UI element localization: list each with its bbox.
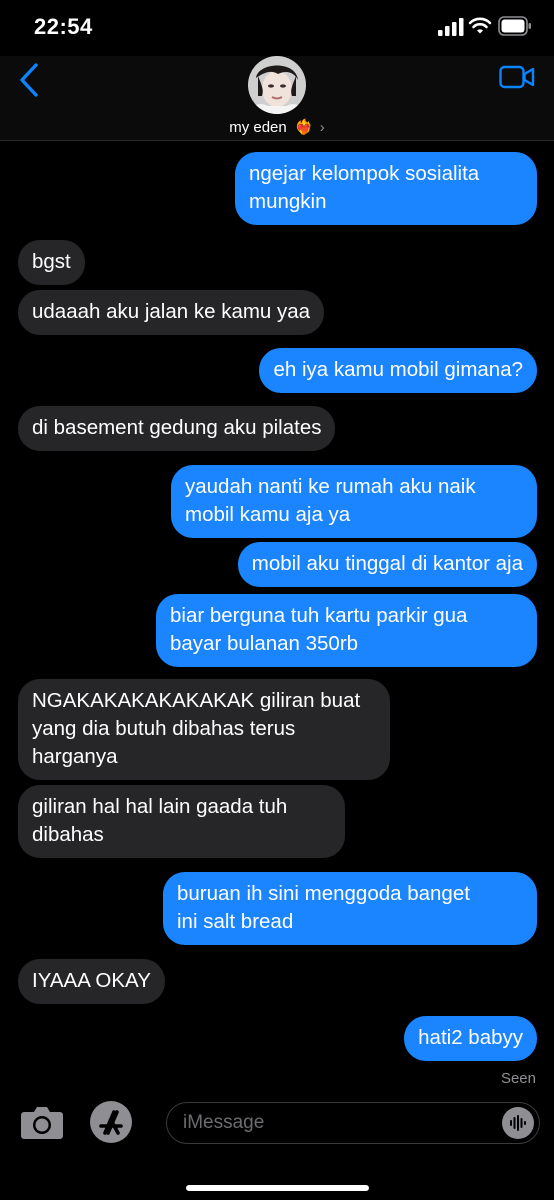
wifi-icon: [468, 17, 492, 34]
read-receipt: Seen: [500, 1070, 536, 1087]
contact-avatar[interactable]: [248, 56, 306, 114]
status-time: 22:54: [34, 14, 93, 39]
message-bubble-incoming[interactable]: udaaah aku jalan ke kamu yaa: [18, 290, 325, 335]
message-line: dibahas: [32, 823, 104, 846]
message-line: mobil aku tinggal di kantor aja: [251, 552, 523, 575]
message-line: mungkin: [249, 190, 327, 213]
message-line: yang dia butuh dibahas terus: [32, 717, 296, 740]
message-bubble-outgoing[interactable]: mobil aku tinggal di kantor aja: [237, 542, 537, 587]
cellular-signal-icon: [438, 18, 464, 36]
message-bubble-incoming[interactable]: di basement gedung aku pilates: [18, 406, 336, 451]
imessage-placeholder: iMessage: [183, 1112, 265, 1133]
message-bubble-outgoing[interactable]: hati2 babyy: [404, 1016, 537, 1061]
contact-name-row[interactable]: my eden ❤️‍🔥 ›: [0, 118, 554, 136]
message-line: ngejar kelompok sosialita: [249, 162, 480, 185]
message-line: bgst: [32, 250, 71, 273]
message-bubble-incoming[interactable]: bgst: [18, 240, 85, 285]
message-bubble-incoming[interactable]: giliran hal hal lain gaada tuh dibahas: [18, 785, 345, 858]
message-line: bayar bulanan 350rb: [170, 632, 359, 655]
message-line: NGAKAKAKAKAKAKAK giliran buat: [32, 689, 361, 712]
message-line: ini salt bread: [177, 910, 294, 933]
home-indicator[interactable]: [186, 1185, 369, 1191]
message-bubble-outgoing[interactable]: buruan ih sini menggoda banget ini salt …: [163, 872, 537, 945]
message-line: IYAAA OKAY: [32, 969, 151, 992]
conversation-header: my eden ❤️‍🔥 ›: [0, 56, 554, 141]
chevron-right-icon: ›: [319, 119, 325, 136]
app-store-icon[interactable]: [88, 1100, 134, 1144]
message-bubble-outgoing[interactable]: eh iya kamu mobil gimana?: [259, 348, 537, 393]
message-line: eh iya kamu mobil gimana?: [273, 358, 523, 381]
camera-icon[interactable]: [20, 1104, 64, 1140]
chevron-left-icon[interactable]: [18, 62, 42, 98]
message-line: giliran hal hal lain gaada tuh: [32, 795, 288, 818]
message-line: yaudah nanti ke rumah aku naik: [185, 475, 476, 498]
battery-icon: [498, 16, 531, 36]
message-input-bar: iMessage: [0, 1090, 554, 1200]
imessage-input[interactable]: iMessage: [166, 1102, 540, 1144]
video-camera-icon[interactable]: [499, 64, 535, 90]
message-bubble-outgoing[interactable]: yaudah nanti ke rumah aku naik mobil kam…: [171, 465, 537, 538]
message-line: harganya: [32, 745, 118, 768]
waveform-icon[interactable]: [502, 1107, 534, 1139]
message-line: udaaah aku jalan ke kamu yaa: [32, 300, 311, 323]
message-bubble-outgoing[interactable]: ngejar kelompok sosialita mungkin: [235, 152, 537, 225]
message-line: mobil kamu aja ya: [185, 503, 351, 526]
message-bubble-incoming[interactable]: NGAKAKAKAKAKAKAK giliran buat yang dia b…: [18, 679, 390, 780]
message-bubble-incoming[interactable]: IYAAA OKAY: [18, 959, 165, 1004]
message-line: biar berguna tuh kartu parkir gua: [170, 604, 468, 627]
message-bubble-outgoing[interactable]: biar berguna tuh kartu parkir gua bayar …: [156, 594, 537, 667]
message-line: di basement gedung aku pilates: [32, 416, 322, 439]
heart-on-fire-emoji: ❤️‍🔥: [294, 119, 314, 136]
status-bar: 22:54: [0, 0, 554, 56]
contact-name: my eden: [229, 119, 287, 136]
message-line: hati2 babyy: [418, 1026, 523, 1049]
message-line: buruan ih sini menggoda banget: [177, 882, 470, 905]
